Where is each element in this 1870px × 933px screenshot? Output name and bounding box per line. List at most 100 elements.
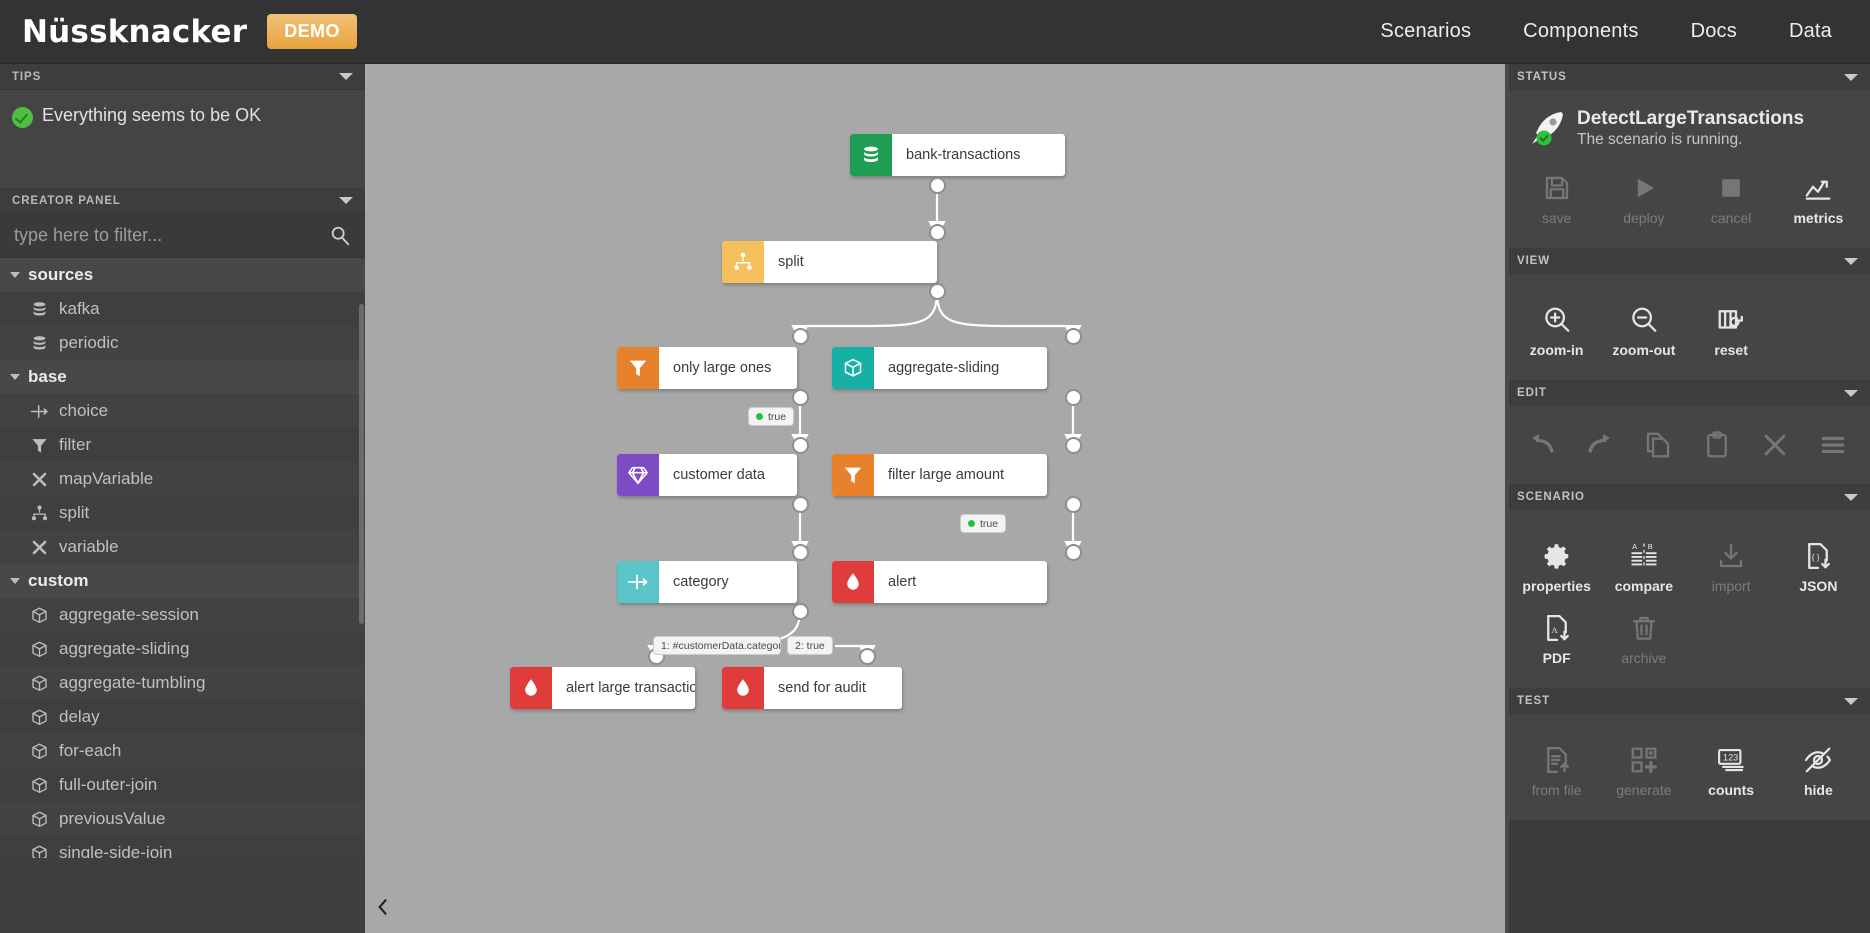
cube-icon (30, 708, 49, 727)
edge-label-choice-cond-2[interactable]: 2: true (787, 636, 833, 655)
component-item-kafka[interactable]: kafka (0, 292, 365, 326)
component-item-delay[interactable]: delay (0, 700, 365, 734)
tool-button-label: PDF (1542, 650, 1571, 666)
edge-label-text: true (980, 517, 999, 530)
node-port[interactable] (1064, 495, 1082, 513)
node-port[interactable] (928, 282, 946, 300)
scenario-section-header[interactable]: SCENARIO (1505, 484, 1870, 510)
graph-node-aggregate-sliding[interactable]: aggregate-sliding (832, 347, 1047, 389)
node-port[interactable] (928, 223, 946, 241)
chevron-down-icon[interactable] (10, 272, 20, 278)
tool-button-reset[interactable]: reset (1688, 296, 1775, 368)
node-port[interactable] (928, 176, 946, 194)
tool-button-PDF[interactable]: A PDF (1513, 604, 1600, 676)
chevron-down-icon[interactable] (1844, 73, 1858, 81)
tree-group-custom[interactable]: custom (0, 564, 365, 598)
chevron-down-icon[interactable] (10, 578, 20, 584)
test-section-header[interactable]: TEST (1505, 688, 1870, 714)
nav-item-components[interactable]: Components (1497, 20, 1664, 43)
nav-item-scenarios[interactable]: Scenarios (1354, 20, 1497, 43)
pdf-file-icon: A (1542, 613, 1572, 643)
nav-item-data[interactable]: Data (1763, 20, 1870, 43)
demo-badge: DEMO (267, 14, 357, 49)
edge-label-choice-cond-1[interactable]: 1: #customerData.category == "STANDARD" (653, 636, 781, 655)
graph-node-alert[interactable]: alert (832, 561, 1047, 603)
file-upload-icon (1542, 745, 1572, 775)
component-item-periodic[interactable]: periodic (0, 326, 365, 360)
component-item-label: kafka (59, 299, 100, 318)
component-item-aggregate-tumbling[interactable]: aggregate-tumbling (0, 666, 365, 700)
test-section-body: from file generate 123 counts hide (1505, 714, 1870, 820)
chevron-down-icon[interactable] (1844, 493, 1858, 501)
node-port[interactable] (858, 647, 876, 665)
graph-node-send-for-audit[interactable]: send for audit (722, 667, 902, 709)
component-item-previousValue[interactable]: previousValue (0, 802, 365, 836)
component-item-aggregate-sliding[interactable]: aggregate-sliding (0, 632, 365, 666)
chevron-down-icon[interactable] (1844, 257, 1858, 265)
app-logo[interactable]: Nüssknacker (22, 14, 247, 50)
view-section-header[interactable]: VIEW (1505, 248, 1870, 274)
component-item-aggregate-session[interactable]: aggregate-session (0, 598, 365, 632)
graph-node-alert-large-transaction[interactable]: alert large transaction (510, 667, 695, 709)
collapse-panel-handle[interactable] (373, 897, 393, 921)
node-port[interactable] (791, 436, 809, 454)
search-input[interactable] (14, 225, 329, 246)
node-port[interactable] (791, 327, 809, 345)
edge-label-filter-true-1[interactable]: true (748, 407, 795, 426)
component-item-split[interactable]: split (0, 496, 365, 530)
chevron-down-icon[interactable] (10, 374, 20, 380)
node-port[interactable] (1064, 543, 1082, 561)
tool-button-properties[interactable]: properties (1513, 532, 1600, 604)
chevron-down-icon[interactable] (339, 197, 353, 204)
graph-node-category[interactable]: category (617, 561, 797, 603)
tool-button-metrics[interactable]: metrics (1775, 164, 1862, 236)
component-item-filter[interactable]: filter (0, 428, 365, 462)
component-item-choice[interactable]: choice (0, 394, 365, 428)
graph-node-split[interactable]: split (722, 241, 937, 283)
zoom-out-icon (1629, 305, 1659, 335)
node-port[interactable] (1064, 436, 1082, 454)
nav-item-docs[interactable]: Docs (1665, 20, 1763, 43)
edit-section-header[interactable]: EDIT (1505, 380, 1870, 406)
node-port[interactable] (791, 495, 809, 513)
tips-section-header[interactable]: TIPS (0, 64, 365, 90)
graph-node-filter-large-amount[interactable]: filter large amount (832, 454, 1047, 496)
scenario-canvas[interactable]: bank-transactions split only large ones agg… (365, 64, 1505, 933)
chevron-down-icon[interactable] (1844, 389, 1858, 397)
tips-message: Everything seems to be OK (42, 105, 262, 125)
chevron-down-icon[interactable] (339, 73, 353, 80)
component-item-mapVariable[interactable]: mapVariable (0, 462, 365, 496)
tool-button-JSON[interactable]: { } JSON (1775, 532, 1862, 604)
search-icon[interactable] (329, 225, 351, 247)
left-panel-scrollbar[interactable] (359, 304, 364, 624)
graph-node-customer-data[interactable]: customer data (617, 454, 797, 496)
tree-group-sources[interactable]: sources (0, 258, 365, 292)
component-item-single-side-join[interactable]: single-side-join (0, 836, 365, 858)
node-port[interactable] (791, 602, 809, 620)
graph-node-bank-transactions[interactable]: bank-transactions (850, 134, 1065, 176)
tree-group-base[interactable]: base (0, 360, 365, 394)
graph-edges (647, 184, 1082, 661)
edge-label-filter-true-2[interactable]: true (960, 514, 1007, 533)
tree-group-label: custom (28, 571, 89, 590)
tool-button-hide[interactable]: hide (1775, 736, 1862, 808)
graph-node-only-large-ones[interactable]: only large ones (617, 347, 797, 389)
right-panel-divider (1505, 64, 1509, 933)
tool-button-zoom-out[interactable]: zoom-out (1600, 296, 1687, 368)
tool-button-counts[interactable]: 123 counts (1688, 736, 1775, 808)
status-section-header[interactable]: STATUS (1505, 64, 1870, 90)
tool-button-compare[interactable]: A Bcompare (1600, 532, 1687, 604)
stop-icon (1716, 173, 1746, 203)
node-port[interactable] (791, 543, 809, 561)
component-item-full-outer-join[interactable]: full-outer-join (0, 768, 365, 802)
component-item-for-each[interactable]: for-each (0, 734, 365, 768)
chevron-down-icon[interactable] (1844, 697, 1858, 705)
node-port[interactable] (1064, 388, 1082, 406)
component-item-label: filter (59, 435, 92, 454)
component-item-variable[interactable]: variable (0, 530, 365, 564)
tool-button-zoom-in[interactable]: zoom-in (1513, 296, 1600, 368)
node-port[interactable] (1064, 327, 1082, 345)
creator-panel-header[interactable]: CREATOR PANEL (0, 188, 365, 214)
node-port[interactable] (791, 388, 809, 406)
tool-button-label: deploy (1623, 210, 1665, 226)
